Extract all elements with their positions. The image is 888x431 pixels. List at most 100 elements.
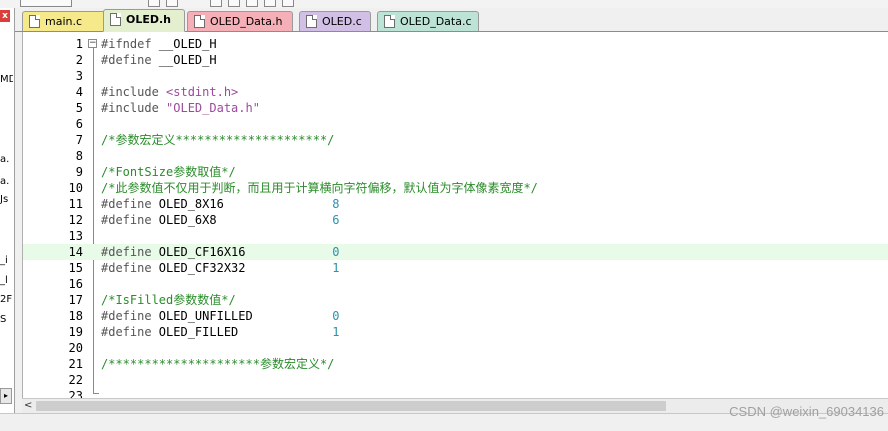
project-item[interactable]: 2F [0,294,13,305]
code-token: OLED_UNFILLED [158,309,333,323]
code-token: OLED_FILLED [158,325,333,339]
toolbar-field-fragment [20,0,72,7]
toolbar-button-fragment[interactable] [148,0,160,7]
project-panel: x MD a. a. Js _i _l 2F S ▸ [0,8,15,422]
code-token: /*参数宏定义*********************/ [101,133,335,147]
code-token: 0 [332,245,340,259]
code-editor[interactable]: − 1 #ifndef __OLED_H 2 #define __OLED_H 3 4 #i… [22,32,888,398]
code-line[interactable]: 4 #include <stdint.h> [23,84,888,100]
code-token: /*IsFilled参数数值*/ [101,293,236,307]
tab-label: OLED.c [322,15,362,28]
code-token: #define [101,53,159,67]
code-line[interactable]: 9 /*FontSize参数取值*/ [23,164,888,180]
watermark-text: CSDN @weixin_69034136 [729,404,884,419]
project-item[interactable]: a. [0,154,13,165]
toolbar-button-fragment[interactable] [210,0,222,7]
code-text: #define OLED_CF32X32 1 [101,260,339,276]
code-token: __OLED_H [158,37,217,51]
code-token: #ifndef [101,37,159,51]
code-token: #define [101,245,159,259]
code-text: #define OLED_FILLED 1 [101,324,339,340]
code-text: #include <stdint.h> [101,84,238,100]
toolbar-button-fragment[interactable] [264,0,276,7]
code-token: /*此参数值不仅用于判断，而且用于计算横向字符偏移，默认值为字体像素宽度*/ [101,181,538,195]
line-number: 18 [68,309,83,323]
toolbar-button-fragment[interactable] [166,0,178,7]
code-line[interactable]: 6 [23,116,888,132]
code-line[interactable]: 1 #ifndef __OLED_H [23,36,888,52]
line-number: 14 [68,245,83,259]
project-item[interactable]: a. [0,176,13,187]
code-token: "OLED_Data.h" [166,101,260,115]
file-tab-bar: main.c OLED.h OLED_Data.h OLED.c OLED_Data.c [15,8,888,32]
project-item[interactable]: Js [0,194,13,205]
line-number: 6 [75,117,83,131]
code-line[interactable]: 16 [23,276,888,292]
code-line[interactable]: 21 /*********************参数宏定义*/ [23,356,888,372]
line-number: 16 [68,277,83,291]
close-panel-icon[interactable]: x [0,10,10,22]
line-number: 22 [68,373,83,387]
code-token: OLED_6X8 [158,213,333,227]
tab-file[interactable]: main.c [22,11,106,31]
code-line[interactable]: 17 /*IsFilled参数数值*/ [23,292,888,308]
code-line[interactable]: 18 #define OLED_UNFILLED 0 [23,308,888,324]
line-number: 13 [68,229,83,243]
code-line[interactable]: 10 /*此参数值不仅用于判断，而且用于计算横向字符偏移，默认值为字体像素宽度*/ [23,180,888,196]
project-item[interactable]: _l [0,275,13,286]
panel-scroll-right-icon[interactable]: ▸ [0,388,12,404]
toolbar-button-fragment[interactable] [228,0,240,7]
code-line[interactable]: 11 #define OLED_8X16 8 [23,196,888,212]
code-token: 6 [332,213,340,227]
code-text: #define OLED_8X16 8 [101,196,339,212]
code-token: 1 [332,261,340,275]
project-item[interactable]: MD [0,74,13,85]
code-text: /*IsFilled参数数值*/ [101,292,236,308]
code-line[interactable]: 15 #define OLED_CF32X32 1 [23,260,888,276]
code-line[interactable]: 12 #define OLED_6X8 6 [23,212,888,228]
line-number: 11 [68,197,83,211]
code-token: #define [101,197,159,211]
code-text: #include "OLED_Data.h" [101,100,260,116]
code-line[interactable]: 14 #define OLED_CF16X16 0 [23,244,888,260]
toolbar-button-fragment[interactable] [246,0,258,7]
code-line[interactable]: 2 #define __OLED_H [23,52,888,68]
line-number: 3 [75,69,83,83]
line-number: 4 [75,85,83,99]
code-token: __OLED_H [158,53,217,67]
code-text: #define __OLED_H [101,52,217,68]
file-icon [110,13,121,26]
scrollbar-thumb[interactable] [36,401,666,411]
code-line[interactable]: 8 [23,148,888,164]
toolbar-button-fragment[interactable] [282,0,294,7]
tab-label: OLED_Data.h [210,15,283,28]
code-line[interactable]: 20 [23,340,888,356]
code-token: OLED_8X16 [158,197,333,211]
code-line[interactable]: 7 /*参数宏定义*********************/ [23,132,888,148]
tab-label: OLED.h [126,13,172,26]
code-line[interactable]: 13 [23,228,888,244]
line-number: 21 [68,357,83,371]
code-line[interactable]: 3 [23,68,888,84]
code-line[interactable]: 5 #include "OLED_Data.h" [23,100,888,116]
line-number: 1 [75,37,83,51]
project-item[interactable]: S [0,314,13,325]
code-line[interactable]: 19 #define OLED_FILLED 1 [23,324,888,340]
file-icon [306,15,317,28]
code-text: #define OLED_6X8 6 [101,212,339,228]
code-token: #define [101,309,159,323]
line-number: 20 [68,341,83,355]
tab-file[interactable]: OLED.h [103,9,185,32]
scroll-left-icon[interactable]: < [24,399,32,413]
code-line[interactable]: 22 [23,372,888,388]
tab-file[interactable]: OLED.c [299,11,371,31]
tab-file[interactable]: OLED_Data.c [377,11,479,31]
code-token: /*FontSize参数取值*/ [101,165,236,179]
code-line[interactable]: 23 [23,388,888,398]
line-number: 2 [75,53,83,67]
code-token: #define [101,213,159,227]
project-item[interactable]: _i [0,255,13,266]
tab-file[interactable]: OLED_Data.h [187,11,293,31]
line-number: 7 [75,133,83,147]
code-text: /*********************参数宏定义*/ [101,356,334,372]
